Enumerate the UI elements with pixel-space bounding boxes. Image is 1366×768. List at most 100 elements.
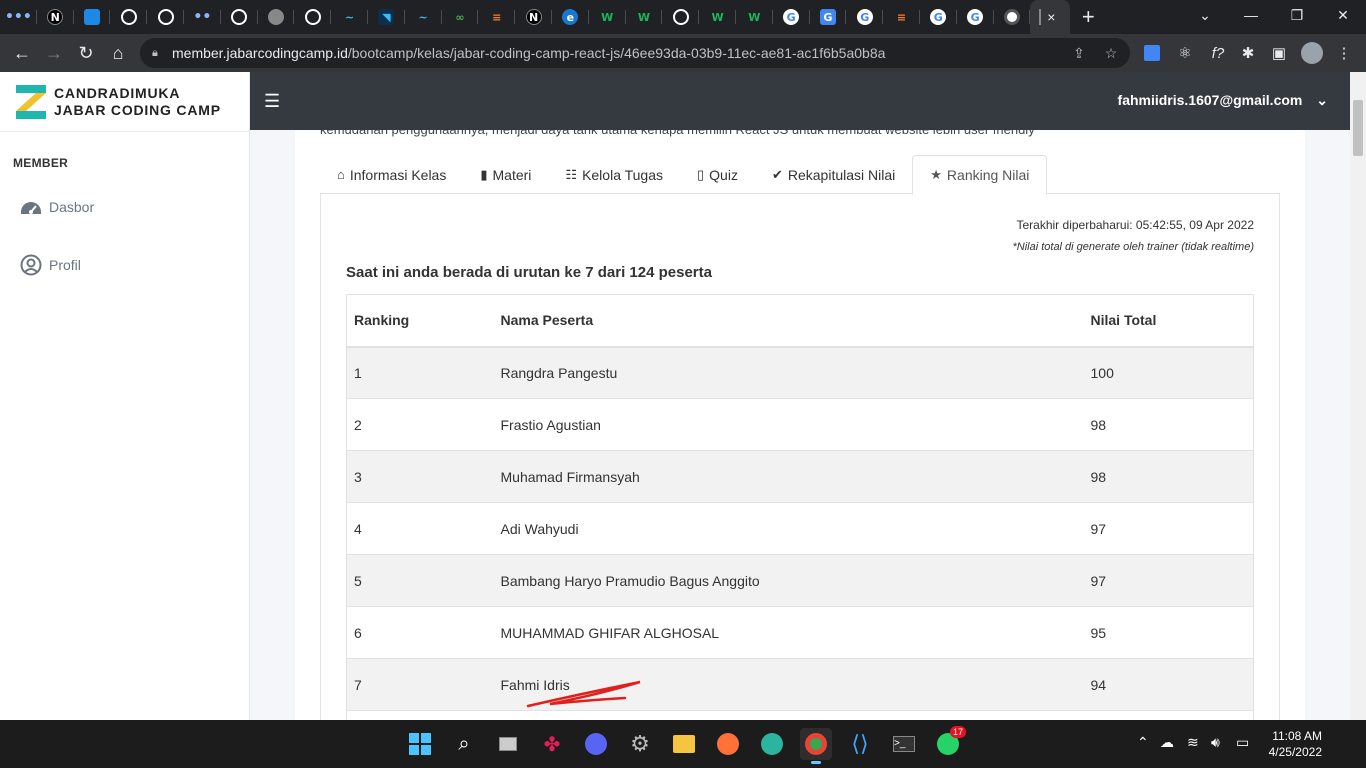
scrollbar-thumb[interactable] [1353, 100, 1363, 156]
browser-tab[interactable]: •• [184, 0, 221, 34]
tab-materi[interactable]: ▮ Materi [463, 155, 548, 194]
tab-close-icon[interactable]: × [1041, 7, 1061, 27]
reload-icon[interactable]: ↻ [70, 37, 102, 69]
browser-tab[interactable]: G [957, 0, 994, 34]
vite-favicon-icon: ◥ [378, 9, 395, 25]
restore-icon[interactable]: ❐ [1274, 0, 1320, 30]
edge-icon[interactable] [756, 728, 788, 760]
browser-tab[interactable]: G [846, 0, 883, 34]
browser-tab[interactable]: W [589, 0, 626, 34]
discord-icon[interactable] [580, 728, 612, 760]
address-bar[interactable]: 🔒︎ member.jabarcodingcamp.id/bootcamp/ke… [140, 38, 1130, 68]
function-extension-icon[interactable]: f? [1207, 42, 1229, 64]
page-scrollbar[interactable] [1350, 72, 1366, 720]
browser-tab[interactable]: ~ [405, 0, 442, 34]
name-cell: Rangdra Pangestu [493, 346, 1084, 399]
translate-favicon-icon: G [819, 9, 836, 25]
whatsapp-icon[interactable]: 17 [932, 726, 966, 760]
score-cell [1083, 710, 1254, 720]
tab-quiz[interactable]: ▯ Quiz [680, 155, 755, 194]
tab-rekapitulasi-nilai[interactable]: ✔ Rekapitulasi Nilai [755, 155, 912, 194]
column-header-nilai: Nilai Total [1083, 294, 1254, 348]
volume-icon[interactable]: 🔊︎ [1211, 734, 1220, 751]
chevron-up-icon[interactable]: ⌃ [1137, 734, 1149, 751]
profile-avatar-icon[interactable] [1301, 42, 1323, 64]
browser-tab[interactable]: ••• [0, 0, 37, 34]
browser-tab[interactable] [258, 0, 295, 34]
browser-tab[interactable]: ≡ [883, 0, 920, 34]
browser-tab[interactable] [110, 0, 147, 34]
stackoverflow-favicon-icon: ≡ [492, 10, 502, 24]
dots-favicon-icon: ••• [4, 9, 32, 25]
browser-tab[interactable]: G [773, 0, 810, 34]
tab-search-icon[interactable]: ⌄ [1182, 0, 1228, 30]
browser-tab[interactable]: ~ [331, 0, 368, 34]
browser-tab[interactable] [74, 0, 111, 34]
file-explorer-icon[interactable] [668, 728, 700, 760]
extensions-puzzle-icon[interactable]: ✱ [1237, 42, 1259, 64]
hamburger-menu-icon[interactable]: ☰ [264, 91, 280, 112]
browser-tab[interactable]: W [699, 0, 736, 34]
wifi-icon[interactable]: ≋ [1187, 734, 1199, 751]
chevron-down-icon: ⌄ [1316, 92, 1328, 108]
home-icon[interactable]: ⌂ [102, 37, 134, 69]
browser-tab[interactable] [221, 0, 258, 34]
table-row: 2 Frastio Agustian 98 [346, 398, 1254, 451]
user-menu[interactable]: fahmiidris.1607@gmail.com ⌄ [1118, 92, 1328, 109]
share-icon[interactable]: ⇪ [1070, 44, 1088, 62]
browser-tab[interactable]: ≡ [478, 0, 515, 34]
minimize-icon[interactable]: — [1228, 0, 1274, 30]
vscode-icon[interactable]: ⟨⟩ [844, 728, 876, 760]
rank-cell: 1 [346, 346, 494, 399]
cloud-icon[interactable]: ☁ [1160, 734, 1174, 751]
browser-tab[interactable] [662, 0, 699, 34]
terminal-icon[interactable]: >_ [888, 728, 920, 760]
url-path: /bootcamp/kelas/jabar-coding-camp-react-… [347, 45, 886, 61]
battery-icon[interactable]: ▭ [1236, 734, 1249, 751]
tab-ranking-nilai[interactable]: ★ Ranking Nilai [912, 155, 1048, 195]
sidebar-item-dasbor[interactable]: Dasbor [0, 178, 249, 236]
tab-kelola-tugas[interactable]: ☷ Kelola Tugas [548, 155, 680, 194]
bookmark-star-icon[interactable]: ☆ [1102, 44, 1120, 62]
browser-tab[interactable]: N [515, 0, 552, 34]
browser-tab[interactable]: G [920, 0, 957, 34]
browser-tab[interactable]: e [552, 0, 589, 34]
slack-icon[interactable]: ✤ [536, 728, 568, 760]
new-tab-button[interactable]: + [1070, 0, 1106, 34]
brand-logo-icon [16, 84, 46, 119]
tab-informasi-kelas[interactable]: ⌂ Informasi Kelas [320, 155, 463, 194]
task-view-icon[interactable] [492, 728, 524, 760]
active-browser-tab[interactable]: × [1030, 0, 1071, 34]
chrome-icon[interactable] [800, 728, 832, 764]
search-icon[interactable]: ⌕ [448, 728, 480, 760]
brand[interactable]: CANDRADIMUKA JABAR CODING CAMP [0, 72, 249, 132]
browser-tab[interactable] [994, 0, 1031, 34]
browser-tab[interactable]: W [626, 0, 663, 34]
browser-tab[interactable] [294, 0, 331, 34]
system-clock[interactable]: 11:08 AM 4/25/2022 [1269, 728, 1322, 760]
ranking-tab-pane: Terakhir diperbaharui: 05:42:55, 09 Apr … [320, 194, 1280, 720]
windows-start-icon[interactable] [404, 728, 436, 760]
class-tabs: ⌂ Informasi Kelas ▮ Materi ☷ Kelola Tuga… [320, 155, 1280, 195]
react-devtools-extension-icon[interactable]: ⚛ [1174, 42, 1196, 64]
browser-tab[interactable]: W [736, 0, 773, 34]
github-favicon-icon [120, 9, 137, 25]
name-cell: MUHAMMAD GHIFAR ALGHOSAL [493, 606, 1084, 659]
chrome-menu-icon[interactable]: ⋮ [1333, 42, 1355, 64]
browser-tab[interactable]: ∞ [442, 0, 479, 34]
back-icon[interactable]: ← [6, 37, 38, 69]
sidebar-item-profil[interactable]: Profil [0, 236, 249, 294]
page-favicon-icon [83, 9, 100, 25]
firefox-icon[interactable] [712, 728, 744, 760]
google-translate-extension-icon[interactable] [1141, 42, 1163, 64]
browser-tab[interactable] [147, 0, 184, 34]
browser-tab[interactable]: ◥ [368, 0, 405, 34]
red-underline-annotation [526, 680, 641, 708]
forward-icon[interactable]: → [38, 37, 70, 69]
score-cell: 98 [1083, 450, 1254, 503]
browser-tab[interactable]: N [37, 0, 74, 34]
settings-gear-icon[interactable]: ⚙ [624, 728, 656, 760]
browser-tab[interactable]: G [810, 0, 847, 34]
close-window-icon[interactable]: ✕ [1320, 0, 1366, 30]
side-panel-icon[interactable]: ▣ [1268, 42, 1290, 64]
